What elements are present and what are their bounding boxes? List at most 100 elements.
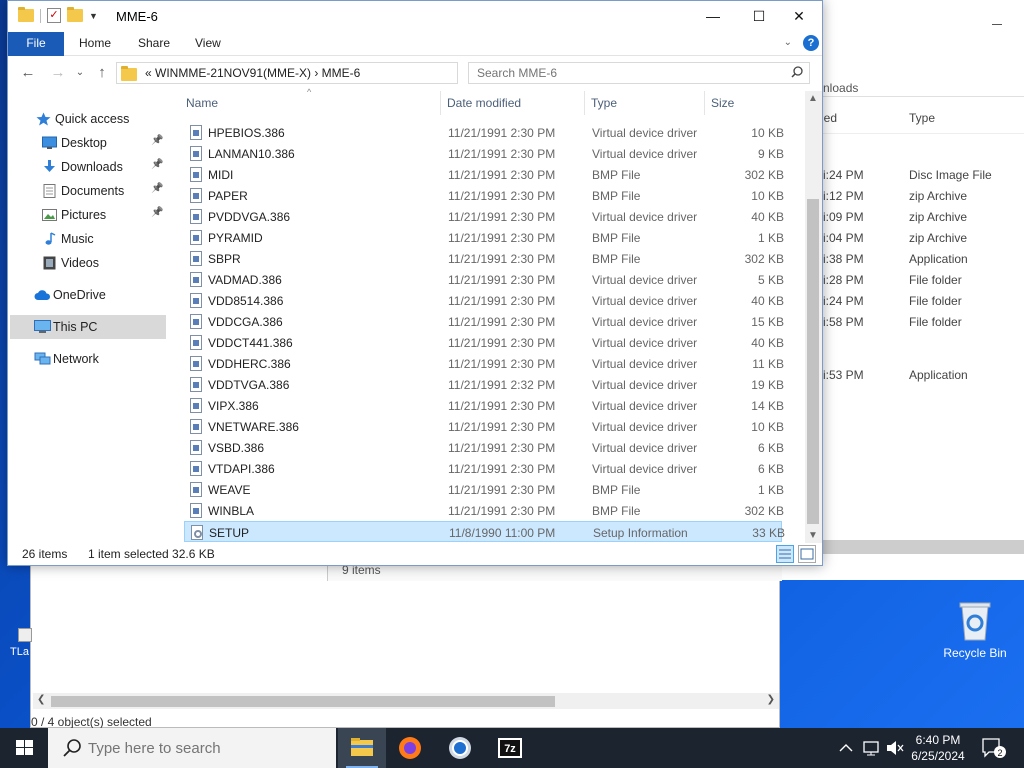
list-item[interactable]: i:12 PM zip Archive	[821, 186, 1024, 207]
expand-ribbon-icon[interactable]: ⌄	[784, 37, 792, 48]
list-item[interactable]: i:24 PM File folder	[821, 291, 1024, 312]
minimize-button[interactable]: —	[690, 1, 736, 32]
scroll-right-icon[interactable]: ❯	[767, 694, 775, 705]
background-address-bar[interactable]: nloads	[821, 79, 1024, 97]
column-divider[interactable]	[584, 91, 585, 115]
clock[interactable]: 6:40 PM 6/25/2024	[906, 732, 970, 764]
sidebar-item-videos[interactable]: Videos	[8, 251, 168, 275]
help-icon[interactable]: ?	[803, 35, 819, 51]
details-view-button[interactable]	[776, 545, 794, 563]
search-input[interactable]	[469, 63, 779, 83]
table-row[interactable]: WEAVE 11/21/1991 2:30 PM BMP File 1 KB	[184, 479, 784, 500]
background-archive-window[interactable]: 9 items ❮ ❯ 0 / 4 object(s) selected	[30, 560, 782, 729]
table-row[interactable]: VNETWARE.386 11/21/1991 2:30 PM Virtual de…	[184, 416, 784, 437]
customize-toolbar-icon[interactable]: ▼	[89, 11, 98, 21]
title-bar[interactable]: ✓ ▼ MME-6 — ☐ ✕	[8, 1, 822, 32]
desktop-shortcut[interactable]: TLa	[10, 628, 32, 668]
table-row[interactable]: VDDCT441.386 11/21/1991 2:30 PM Virtual de…	[184, 332, 784, 353]
sidebar-item-desktop[interactable]: Desktop 📌	[8, 131, 168, 155]
horizontal-scrollbar[interactable]	[821, 540, 1024, 554]
column-header-date[interactable]: ied	[821, 111, 837, 125]
list-item[interactable]: i:38 PM Application	[821, 249, 1024, 270]
scroll-down-icon[interactable]: ▼	[808, 530, 818, 541]
list-item[interactable]: i:28 PM File folder	[821, 270, 1024, 291]
table-row[interactable]: VDDTVGA.386 11/21/1991 2:32 PM Virtual dev…	[184, 374, 784, 395]
table-row[interactable]: PAPER 11/21/1991 2:30 PM BMP File 10 KB	[184, 185, 784, 206]
table-row[interactable]: SETUP 11/8/1990 11:00 PM Setup Information…	[184, 521, 785, 542]
table-row[interactable]: VDD8514.386 11/21/1991 2:30 PM Virtual dev…	[184, 290, 784, 311]
tab-view[interactable]: View	[181, 32, 235, 56]
sidebar-item-pictures[interactable]: Pictures 📌	[8, 203, 168, 227]
close-button[interactable]: ✕	[776, 1, 822, 32]
properties-icon[interactable]: ✓	[47, 8, 61, 23]
list-item[interactable]: i:04 PM zip Archive	[821, 228, 1024, 249]
search-box[interactable]	[468, 62, 810, 84]
network-tray[interactable]	[860, 728, 882, 768]
tab-file[interactable]: File	[8, 32, 64, 56]
scroll-up-icon[interactable]: ▲	[808, 93, 818, 104]
table-row[interactable]: VADMAD.386 11/21/1991 2:30 PM Virtual devi…	[184, 269, 784, 290]
tab-share[interactable]: Share	[124, 32, 184, 56]
file-list[interactable]: HPEBIOS.386 11/21/1991 2:30 PM Virtual dev…	[184, 118, 804, 544]
new-folder-icon[interactable]	[67, 7, 83, 22]
minimize-icon[interactable]	[992, 24, 1002, 25]
forward-button[interactable]: →	[48, 62, 68, 84]
list-item[interactable]: i:24 PM Disc Image File	[821, 165, 1024, 186]
folder-icon[interactable]	[18, 7, 34, 22]
scroll-left-icon[interactable]: ❮	[37, 694, 45, 705]
sidebar-item-music[interactable]: Music	[8, 227, 168, 251]
table-row[interactable]: VTDAPI.386 11/21/1991 2:30 PM Virtual devi…	[184, 458, 784, 479]
column-header-type[interactable]: Type	[909, 111, 935, 125]
table-row[interactable]: LANMAN10.386 11/21/1991 2:30 PM Virtual de…	[184, 143, 784, 164]
show-hidden-icons[interactable]	[836, 728, 856, 768]
sidebar-item-quick-access[interactable]: Quick access	[8, 107, 168, 131]
tab-home[interactable]: Home	[65, 32, 125, 56]
pin-icon[interactable]: 📌	[151, 207, 163, 218]
sidebar-item-documents[interactable]: Documents 📌	[8, 179, 168, 203]
pin-icon[interactable]: 📌	[151, 159, 163, 170]
scrollbar-thumb[interactable]	[807, 199, 819, 524]
table-row[interactable]: SBPR 11/21/1991 2:30 PM BMP File 302 KB	[184, 248, 784, 269]
table-row[interactable]: PVDDVGA.386 11/21/1991 2:30 PM Virtual dev…	[184, 206, 784, 227]
sidebar-item-onedrive[interactable]: OneDrive	[8, 283, 168, 307]
sidebar-item-downloads[interactable]: Downloads 📌	[8, 155, 168, 179]
column-header-name[interactable]: Name	[186, 96, 218, 110]
table-row[interactable]: VDDCGA.386 11/21/1991 2:30 PM Virtual devi…	[184, 311, 784, 332]
volume-tray[interactable]	[884, 728, 906, 768]
pin-icon[interactable]: 📌	[151, 135, 163, 146]
breadcrumb[interactable]: « WINMME-21NOV91(MME-X) › MME-6	[145, 66, 360, 80]
table-row[interactable]: WINBLA 11/21/1991 2:30 PM BMP File 302 KB	[184, 500, 784, 521]
column-header-size[interactable]: Size	[711, 96, 734, 110]
list-item[interactable]: i:09 PM zip Archive	[821, 207, 1024, 228]
list-item[interactable]: i:53 PM Application	[821, 365, 1024, 386]
scrollbar-thumb[interactable]	[51, 696, 555, 707]
sidebar-item-this-pc[interactable]: This PC	[10, 315, 166, 339]
table-row[interactable]: MIDI 11/21/1991 2:30 PM BMP File 302 KB	[184, 164, 784, 185]
column-divider[interactable]	[440, 91, 441, 115]
pin-icon[interactable]: 📌	[151, 183, 163, 194]
taskbar-7zip[interactable]: 7z	[486, 728, 534, 768]
horizontal-scrollbar[interactable]: ❮ ❯	[33, 693, 779, 709]
sidebar-item-network[interactable]: Network	[8, 347, 168, 371]
action-center-button[interactable]: 2	[980, 736, 1006, 760]
large-icons-view-button[interactable]	[798, 545, 816, 563]
recycle-bin[interactable]: Recycle Bin	[942, 600, 1008, 660]
back-button[interactable]: ←	[18, 62, 38, 84]
table-row[interactable]: HPEBIOS.386 11/21/1991 2:30 PM Virtual dev…	[184, 122, 784, 143]
table-row[interactable]: PYRAMID 11/21/1991 2:30 PM BMP File 1 KB	[184, 227, 784, 248]
recent-locations-button[interactable]: ⌄	[70, 62, 90, 84]
up-button[interactable]: ↑	[92, 62, 112, 84]
taskbar-file-explorer[interactable]	[338, 728, 386, 768]
list-item[interactable]: i:58 PM File folder	[821, 312, 1024, 333]
table-row[interactable]: VSBD.386 11/21/1991 2:30 PM Virtual device…	[184, 437, 784, 458]
column-header-date[interactable]: Date modified	[447, 96, 521, 110]
taskbar-search-input[interactable]	[88, 736, 328, 760]
taskbar-chrome[interactable]	[436, 728, 484, 768]
table-row[interactable]: VIPX.386 11/21/1991 2:30 PM Virtual device…	[184, 395, 784, 416]
vertical-scrollbar[interactable]: ▲ ▼	[805, 91, 822, 543]
column-header-type[interactable]: Type	[591, 96, 617, 110]
table-row[interactable]: VDDHERC.386 11/21/1991 2:30 PM Virtual dev…	[184, 353, 784, 374]
explorer-window[interactable]: ✓ ▼ MME-6 — ☐ ✕ File Home Share View ⌄ ?…	[7, 0, 823, 566]
taskbar-search[interactable]	[48, 728, 336, 768]
column-divider[interactable]	[704, 91, 705, 115]
